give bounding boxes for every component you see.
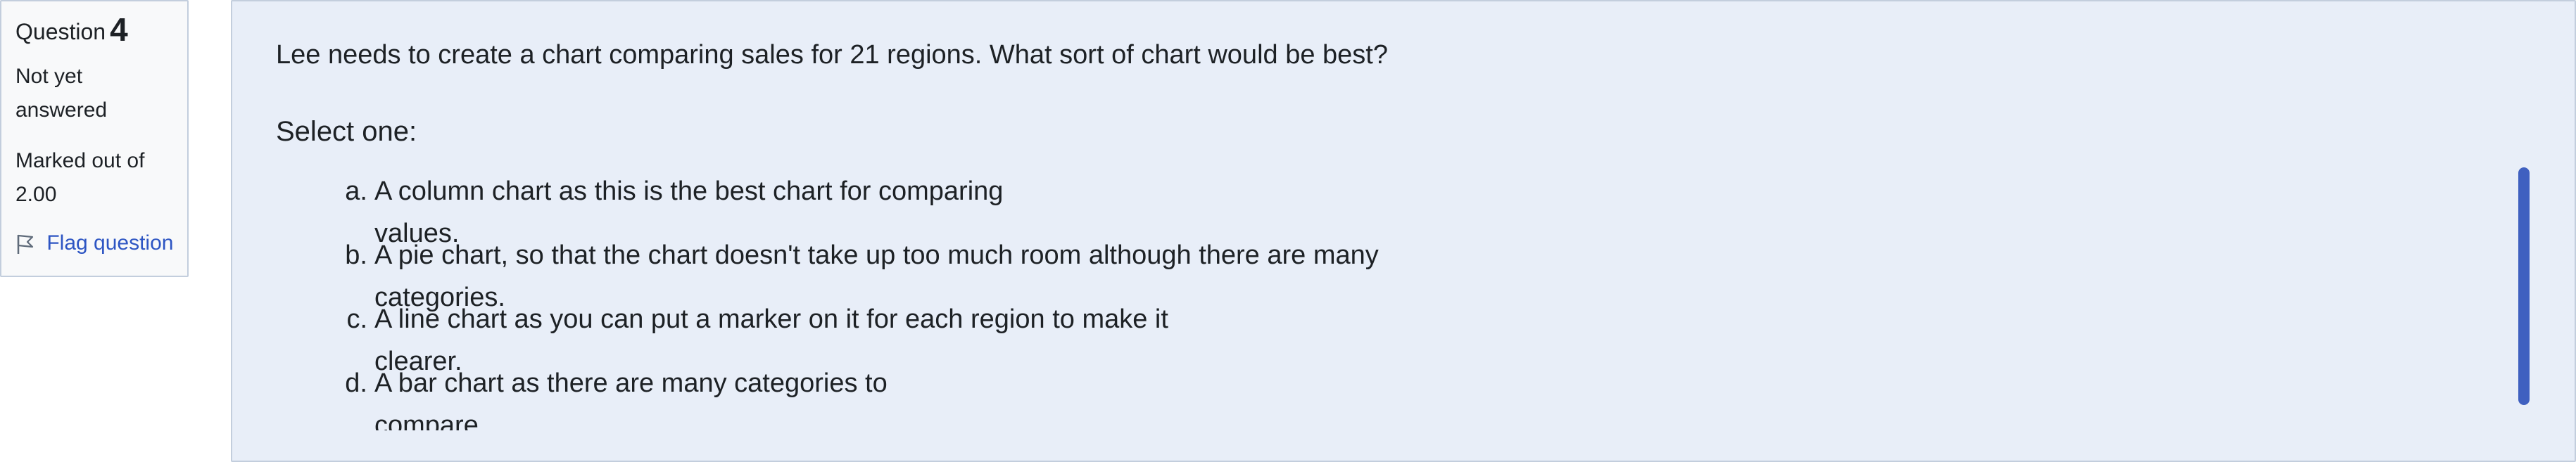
question-label: Question [15,19,106,44]
question-info-panel: Question 4 Not yet answered Marked out of… [0,0,189,277]
answer-option-d-letter: d. [345,368,367,398]
question-number-heading: Question 4 [15,11,173,48]
question-content: Lee needs to create a chart comparing sa… [231,0,2576,462]
question-text: Lee needs to create a chart comparing sa… [276,40,1388,70]
answer-option-a-letter: a. [345,177,367,206]
flag-icon [15,231,46,255]
question-state: Not yet answered [15,65,108,122]
select-one-prompt: Select one: [276,116,417,147]
question-number: 4 [110,11,128,48]
answer-option-a[interactable]: a. A column chart as this is the best ch… [276,170,1684,248]
answer-option-d-text: A bar chart as there are many categories… [374,368,888,430]
flag-question-label: Flag question [46,231,174,255]
answer-option-b-letter: b. [345,240,367,270]
answer-option-c[interactable]: c. A line chart as you can put a marker … [276,298,1684,376]
answer-options: a. A column chart as this is the best ch… [276,170,1684,430]
flag-question-link[interactable]: Flag question [15,226,177,261]
answer-option-c-letter: c. [346,304,367,334]
vertical-scrollbar-thumb[interactable] [2518,167,2530,405]
answer-option-b[interactable]: b. A pie chart, so that the chart doesn'… [276,234,1684,312]
question-grade: Marked out of 2.00 [15,149,145,206]
answer-option-d[interactable]: d. A bar chart as there are many categor… [276,362,1684,430]
